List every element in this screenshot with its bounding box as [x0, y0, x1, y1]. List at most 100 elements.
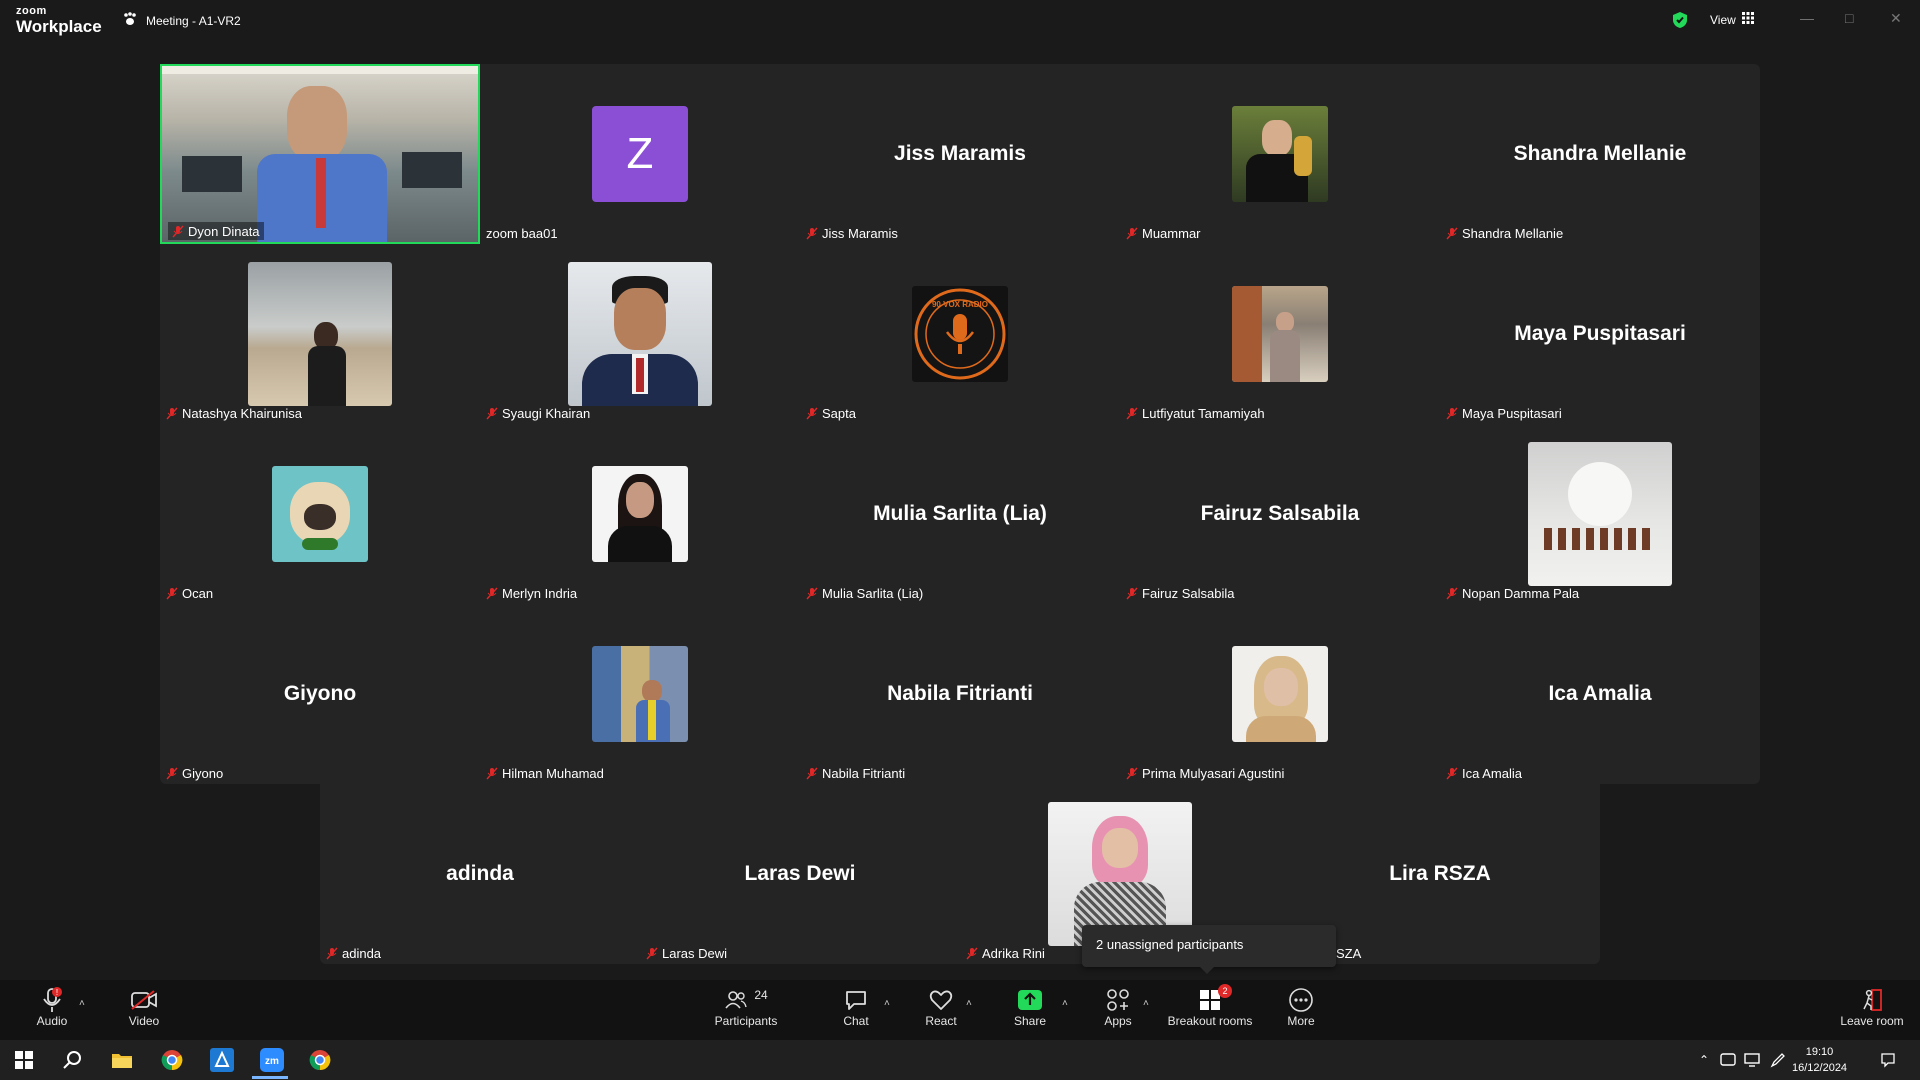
participant-label: Nopan Damma Pala: [1446, 584, 1579, 602]
video-button[interactable]: Video: [104, 986, 184, 1036]
video-tile-adinda[interactable]: adinda adinda: [320, 784, 640, 964]
minimize-icon[interactable]: —: [1800, 10, 1814, 26]
svg-text:zm: zm: [265, 1056, 279, 1067]
video-tile-giyono[interactable]: Giyono Giyono: [160, 604, 480, 784]
participant-label: Natashya Khairunisa: [166, 404, 302, 422]
title-bar: zoom Workplace Meeting - A1-VR2 View — □…: [0, 0, 1920, 44]
muted-mic-icon: [806, 587, 818, 599]
participant-name-display: Fairuz Salsabila: [1200, 502, 1360, 525]
clock-time: 19:10: [1805, 1046, 1834, 1058]
notifications-icon[interactable]: [1874, 1046, 1902, 1074]
participant-label: Prima Mulyasari Agustini: [1126, 764, 1284, 782]
more-icon: [1261, 986, 1341, 1014]
react-button[interactable]: React: [901, 986, 981, 1036]
video-tile-prima-mulyasari-agustini[interactable]: Prima Mulyasari Agustini: [1120, 604, 1440, 784]
muted-mic-icon: [806, 767, 818, 779]
close-icon[interactable]: ✕: [1890, 10, 1902, 27]
muted-mic-icon: [166, 587, 178, 599]
svg-text:90 VOX RADIO: 90 VOX RADIO: [932, 300, 988, 309]
participant-name-display: Giyono: [283, 682, 357, 705]
video-tile-ocan[interactable]: Ocan: [160, 424, 480, 604]
azure-app-icon[interactable]: [208, 1046, 236, 1074]
participant-label: Ocan: [166, 584, 213, 602]
participant-label: adinda: [326, 944, 381, 962]
react-options-caret-icon[interactable]: ˄: [966, 998, 972, 1009]
video-tile-natashya-khairunisa[interactable]: Natashya Khairunisa: [160, 244, 480, 424]
participant-label: Ica Amalia: [1446, 764, 1522, 782]
audio-button[interactable]: ! Audio: [12, 986, 92, 1036]
video-label: Video: [128, 1014, 160, 1028]
participant-name-display: Ica Amalia: [1548, 682, 1652, 705]
video-tile-dyon-dinata[interactable]: Dyon Dinata: [160, 64, 480, 244]
participant-label: Mulia Sarlita (Lia): [806, 584, 923, 602]
chat-options-caret-icon[interactable]: ˄: [884, 998, 890, 1009]
video-tile-zoom-baa01[interactable]: Z zoom baa01: [480, 64, 800, 244]
network-icon[interactable]: [1738, 1046, 1766, 1074]
apps-label: Apps: [1104, 1014, 1132, 1028]
participant-label: Sapta: [806, 404, 856, 422]
muted-mic-icon: [486, 587, 498, 599]
more-button[interactable]: More: [1261, 986, 1341, 1036]
video-tile-mulia-sarlita[interactable]: Mulia Sarlita (Lia) Mulia Sarlita (Lia): [800, 424, 1120, 604]
muted-mic-icon: [1446, 407, 1458, 419]
participant-name-display: Mulia Sarlita (Lia): [873, 502, 1047, 525]
view-button[interactable]: View: [1710, 12, 1754, 27]
participant-label: Lutfiyatut Tamamiyah: [1126, 404, 1265, 422]
meeting-toolbar: ! Audio ˄ Video 24 Participants Chat ˄ R…: [0, 980, 1920, 1040]
breakout-rooms-button[interactable]: 2 Breakout rooms: [1160, 984, 1260, 1036]
share-button[interactable]: Share: [990, 986, 1070, 1036]
muted-mic-icon: [966, 947, 978, 959]
video-tile-maya-puspitasari[interactable]: Maya Puspitasari Maya Puspitasari: [1440, 244, 1760, 424]
meeting-title[interactable]: Meeting - A1-VR2: [122, 12, 241, 29]
leave-room-button[interactable]: Leave room: [1830, 986, 1914, 1036]
participant-label: Merlyn Indria: [486, 584, 577, 602]
profile-photo: [592, 466, 688, 562]
participant-label: SZA: [1336, 945, 1362, 961]
video-tile-shandra-mellanie[interactable]: Shandra Mellanie Shandra Mellanie: [1440, 64, 1760, 244]
breakout-badge: 2: [1218, 984, 1232, 998]
chrome-profile-icon[interactable]: [306, 1046, 334, 1074]
video-tile-jiss-maramis[interactable]: Jiss Maramis Jiss Maramis: [800, 64, 1120, 244]
participant-label: Dyon Dinata: [168, 222, 264, 240]
participant-name-display: adinda: [446, 862, 514, 885]
participant-label: Nabila Fitrianti: [806, 764, 905, 782]
chrome-icon[interactable]: [158, 1046, 186, 1074]
system-clock[interactable]: 19:10 16/12/2024: [1792, 1044, 1847, 1076]
participants-icon: [725, 991, 747, 1009]
view-label: View: [1710, 12, 1736, 27]
video-tile-lutfiyatut-tamamiyah[interactable]: Lutfiyatut Tamamiyah: [1120, 244, 1440, 424]
video-tile-laras-dewi[interactable]: Laras Dewi Laras Dewi: [640, 784, 960, 964]
participants-button[interactable]: 24 Participants: [706, 986, 786, 1036]
encryption-shield-icon[interactable]: [1672, 11, 1688, 34]
video-tile-sapta[interactable]: 90 VOX RADIO Sapta: [800, 244, 1120, 424]
maximize-icon[interactable]: □: [1845, 10, 1853, 26]
apps-button[interactable]: Apps: [1078, 986, 1158, 1036]
profile-photo: [1232, 646, 1328, 742]
audio-label: Audio: [36, 1014, 68, 1028]
audio-options-caret-icon[interactable]: ˄: [79, 998, 85, 1009]
video-tile-merlyn-indria[interactable]: Merlyn Indria: [480, 424, 800, 604]
video-tile-syaugi-khairan[interactable]: Syaugi Khairan: [480, 244, 800, 424]
share-options-caret-icon[interactable]: ˄: [1062, 998, 1068, 1009]
clock-date: 16/12/2024: [1792, 1062, 1848, 1074]
paw-icon: [122, 12, 138, 29]
more-label: More: [1287, 1014, 1315, 1028]
windows-taskbar: zm ⌃ 19:10 16/12/2024: [0, 1040, 1920, 1080]
participant-label: Hilman Muhamad: [486, 764, 604, 782]
participant-label: Muammar: [1126, 224, 1201, 242]
pug-illustration-photo: [272, 466, 368, 562]
pen-icon[interactable]: [1764, 1046, 1792, 1074]
video-tile-hilman-muhamad[interactable]: Hilman Muhamad: [480, 604, 800, 784]
apps-options-caret-icon[interactable]: ˄: [1143, 998, 1149, 1009]
video-tile-muammar[interactable]: Muammar: [1120, 64, 1440, 244]
zoom-taskbar-icon[interactable]: zm: [258, 1046, 286, 1074]
video-tile-fairuz-salsabila[interactable]: Fairuz Salsabila Fairuz Salsabila: [1120, 424, 1440, 604]
video-tile-nabila-fitrianti[interactable]: Nabila Fitrianti Nabila Fitrianti: [800, 604, 1120, 784]
video-tile-nopan-damma-pala[interactable]: Nopan Damma Pala: [1440, 424, 1760, 604]
chat-button[interactable]: Chat: [816, 986, 896, 1036]
muted-mic-icon: [1126, 227, 1138, 239]
search-icon[interactable]: [58, 1046, 86, 1074]
video-tile-ica-amalia[interactable]: Ica Amalia Ica Amalia: [1440, 604, 1760, 784]
file-explorer-icon[interactable]: [108, 1046, 136, 1074]
windows-start-icon[interactable]: [10, 1046, 38, 1074]
